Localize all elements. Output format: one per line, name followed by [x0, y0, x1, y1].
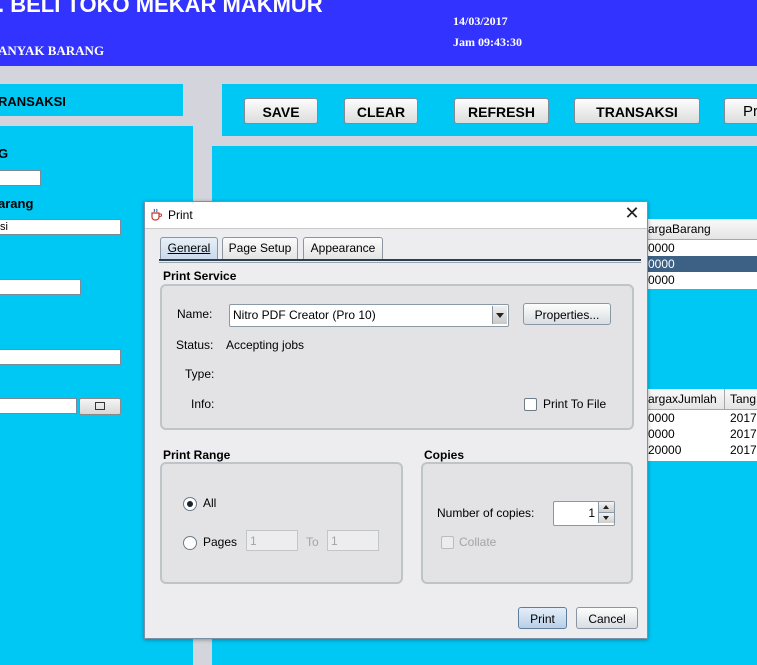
close-icon[interactable]: ✕: [623, 205, 641, 223]
to-label: To: [306, 535, 319, 549]
table-cell: 2017: [730, 443, 757, 457]
table-cell: 2017: [730, 427, 757, 441]
text-field[interactable]: [0, 349, 121, 365]
print-button[interactable]: Pr: [724, 98, 757, 124]
app-subtitle: ANYAK BARANG: [0, 43, 105, 58]
spinner-down-icon[interactable]: [598, 513, 614, 523]
date-picker-button[interactable]: [79, 398, 121, 415]
table-cell: 2017: [730, 411, 757, 425]
divider: [212, 136, 757, 146]
divider: [159, 259, 641, 261]
copies-heading: Copies: [424, 448, 465, 462]
print-to-file-checkbox[interactable]: [524, 398, 537, 411]
type-label: Type:: [185, 367, 215, 381]
name-label: Name:: [177, 307, 213, 321]
text-field[interactable]: si: [0, 219, 121, 235]
status-label: Status:: [176, 338, 214, 352]
pages-label[interactable]: Pages: [203, 535, 237, 549]
tab-general[interactable]: General: [160, 237, 218, 260]
properties-button[interactable]: Properties...: [523, 303, 611, 325]
collate-label: Collate: [459, 535, 497, 549]
spinner-up-icon[interactable]: [598, 502, 614, 513]
column-header: Tang: [724, 389, 756, 409]
tab-appearance[interactable]: Appearance: [303, 237, 383, 259]
page-from-field[interactable]: 1: [246, 530, 298, 551]
text-field[interactable]: [0, 279, 81, 295]
table-row[interactable]: 0000 2017: [646, 426, 757, 442]
save-button[interactable]: SAVE: [244, 98, 318, 124]
java-cup-icon: [151, 208, 162, 221]
copies-spinner[interactable]: 1: [553, 501, 615, 526]
print-dialog: Print ✕ General Page Setup Appearance Pr…: [144, 201, 648, 639]
table-cell: 20000: [648, 443, 682, 457]
tab-label: Page Setup: [228, 241, 292, 255]
page-to-field[interactable]: 1: [327, 530, 379, 551]
print-range-group: [160, 462, 403, 584]
print-range-heading: Print Range: [163, 448, 231, 462]
barang-table: argaBarang 0000 0000 0000: [646, 219, 757, 289]
calendar-icon: [95, 402, 105, 410]
cancel-button[interactable]: Cancel: [576, 607, 638, 629]
divider: [0, 66, 757, 84]
info-label: Info:: [191, 397, 215, 411]
field-label: arang: [0, 196, 34, 211]
divider: [159, 262, 641, 263]
date-field[interactable]: [0, 398, 77, 414]
table-row[interactable]: 0000: [646, 272, 757, 288]
table-cell: 0000: [648, 411, 675, 425]
transaksi-button[interactable]: TRANSAKSI: [574, 98, 700, 124]
left-panel-title: RANSAKSI: [0, 94, 66, 109]
print-to-file-label[interactable]: Print To File: [543, 397, 606, 411]
table-header: argaBarang: [646, 219, 757, 240]
printer-select[interactable]: Nitro PDF Creator (Pro 10): [229, 304, 509, 327]
clear-button[interactable]: CLEAR: [344, 98, 418, 124]
text-field-value: si: [0, 221, 8, 233]
tab-page-setup[interactable]: Page Setup: [222, 237, 298, 259]
print-button[interactable]: Print: [518, 607, 567, 629]
table-row[interactable]: 0000 2017: [646, 410, 757, 426]
table-cell: 0000: [648, 427, 675, 441]
app-title: . BELI TOKO MEKAR MAKMUR: [0, 0, 323, 17]
status-value: Accepting jobs: [226, 338, 305, 352]
all-radio[interactable]: [183, 497, 197, 511]
printer-select-value: Nitro PDF Creator (Pro 10): [233, 308, 376, 322]
print-service-heading: Print Service: [163, 269, 237, 283]
dialog-title: Print: [168, 208, 193, 222]
table-row[interactable]: 0000: [646, 240, 757, 256]
left-panel-heading: RANSAKSI: [0, 86, 183, 116]
divider: [0, 116, 193, 126]
tab-label: General: [167, 241, 211, 255]
pages-radio[interactable]: [183, 536, 197, 550]
table-row[interactable]: 20000 2017: [646, 442, 757, 458]
refresh-button[interactable]: REFRESH: [454, 98, 549, 124]
toolbar: SAVE CLEAR REFRESH TRANSAKSI Pr: [222, 86, 757, 136]
app-header: . BELI TOKO MEKAR MAKMUR ANYAK BARANG 14…: [0, 0, 757, 66]
collate-checkbox[interactable]: [441, 536, 454, 549]
field-label: G: [0, 146, 9, 161]
number-of-copies-label: Number of copies:: [437, 506, 535, 520]
header-time: Jam 09:43:30: [453, 35, 522, 49]
divider: [183, 84, 193, 126]
tab-label: Appearance: [310, 241, 376, 255]
column-header: argaxJumlah: [648, 392, 717, 406]
chevron-down-icon[interactable]: [492, 306, 507, 324]
all-label[interactable]: All: [203, 496, 216, 510]
copies-value: 1: [588, 506, 595, 520]
header-date: 14/03/2017: [453, 14, 508, 28]
transaksi-table: argaxJumlah Tang 0000 2017 0000 2017 200…: [646, 389, 757, 461]
table-row[interactable]: 0000: [646, 256, 757, 272]
table-header: argaxJumlah Tang: [646, 389, 757, 410]
dialog-title-bar[interactable]: Print ✕: [145, 202, 647, 229]
text-field[interactable]: [0, 170, 41, 186]
